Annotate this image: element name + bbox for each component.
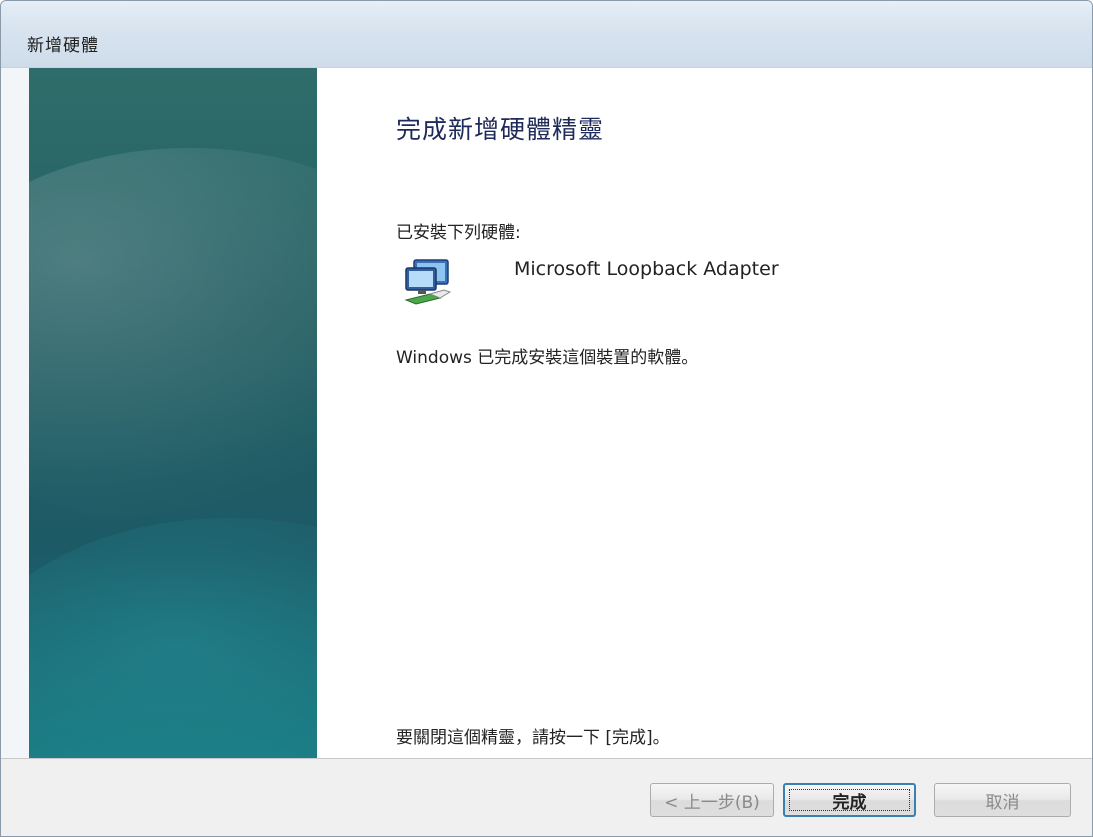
back-button[interactable]: < 上一步(B) (650, 783, 774, 817)
title-bar[interactable]: 新增硬體 (1, 1, 1092, 68)
finish-button-label: 完成 (832, 792, 867, 813)
install-complete-message: Windows 已完成安裝這個裝置的軟體。 (396, 348, 699, 368)
add-hardware-wizard-window: 新增硬體 完成新增硬體精靈 已安裝下列硬體: Microsoft Loopbac… (0, 0, 1093, 837)
left-border-strip (1, 68, 29, 758)
banner-decoration-arc (29, 148, 317, 528)
window-title: 新增硬體 (27, 36, 99, 56)
installed-hardware-label: 已安裝下列硬體: (396, 223, 521, 243)
wizard-content-panel: 完成新增硬體精靈 已安裝下列硬體: Microsoft Loopback Ada… (317, 68, 1092, 758)
close-instruction: 要關閉這個精靈，請按一下 [完成]。 (396, 728, 670, 748)
banner-decoration-arc (29, 518, 317, 758)
device-name: Microsoft Loopback Adapter (514, 258, 779, 280)
page-title: 完成新增硬體精靈 (396, 115, 605, 144)
cancel-button[interactable]: 取消 (934, 783, 1071, 817)
wizard-client-area: 完成新增硬體精靈 已安裝下列硬體: Microsoft Loopback Ada… (1, 68, 1092, 758)
wizard-side-banner (29, 68, 317, 758)
finish-button[interactable]: 完成 (783, 783, 916, 817)
wizard-button-bar: < 上一步(B) 完成 取消 (1, 759, 1092, 836)
network-adapter-icon (400, 254, 456, 310)
